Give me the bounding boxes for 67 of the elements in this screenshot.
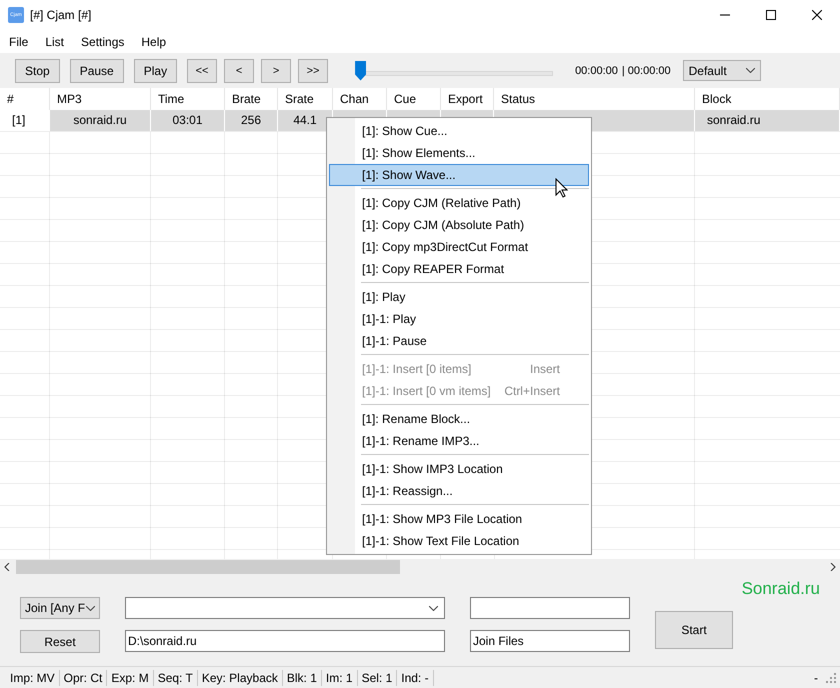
toolbar-button[interactable]: Play (134, 58, 178, 82)
menu-item[interactable]: [1]: Show Wave... (329, 164, 589, 186)
menu-item[interactable]: [1]-1: Show Text File Location (329, 530, 589, 552)
cursor-icon (555, 178, 568, 198)
toolbar-button[interactable]: Stop (15, 58, 60, 82)
menu-item[interactable]: Help (136, 34, 172, 48)
menu-item[interactable]: [1]-1: Pause (329, 330, 589, 352)
status-item: Imp: MV (6, 670, 60, 686)
toolbar-button[interactable]: < (224, 58, 254, 82)
table-cell: 256 (240, 113, 262, 127)
toolbar-button[interactable]: > (261, 58, 292, 82)
menu-item[interactable]: [1]: Copy mp3DirectCut Format (329, 236, 589, 258)
time-label: 00:00:00 (575, 64, 618, 76)
brand-label: Sonraid.ru (742, 579, 821, 597)
menu-item[interactable]: [1]: Copy CJM (Relative Path) (329, 192, 589, 214)
duration-label: | 00:00:00 (622, 64, 671, 76)
menu-item[interactable]: [1]: Show Cue... (329, 120, 589, 142)
preset-dropdown[interactable]: Default (682, 60, 761, 81)
status-item: Opr: Ct (60, 670, 108, 686)
menu-item[interactable]: Settings (76, 34, 130, 48)
menu-item[interactable]: [1]-1: Rename IMP3... (329, 430, 589, 452)
mode-dropdown[interactable]: Join [Any F (20, 597, 100, 619)
menu-item[interactable]: File (4, 34, 34, 48)
status-item: Seq: T (154, 670, 198, 686)
chevron-icon (86, 606, 95, 610)
table-cell: 03:01 (172, 113, 203, 127)
toolbar-button[interactable]: >> (298, 58, 328, 82)
table-cell: sonraid.ru (73, 113, 127, 127)
status-item: Sel: 1 (358, 670, 398, 686)
scrollbar-thumb[interactable] (16, 560, 400, 574)
output-name-field[interactable]: Join Files (470, 630, 630, 652)
status-item: Blk: 1 (282, 670, 322, 686)
menu-item[interactable]: [1]: Play (329, 286, 589, 308)
reset-button[interactable]: Reset (20, 630, 100, 653)
scroll-right-icon[interactable] (830, 563, 836, 571)
window-title: [#] Cjam [#] (30, 8, 92, 22)
combo-field[interactable] (125, 597, 445, 619)
resize-grip-icon[interactable] (826, 672, 836, 682)
menu-item[interactable]: List (40, 34, 70, 48)
input-field[interactable] (470, 597, 630, 619)
status-item: Im: 1 (322, 670, 358, 686)
menu-item[interactable]: [1]: Rename Block... (329, 408, 589, 430)
position-slider[interactable] (355, 60, 554, 80)
menu-item[interactable]: [1]-1: Show MP3 File Location (329, 508, 589, 530)
menu-item[interactable]: [1]: Show Elements... (329, 142, 589, 164)
toolbar-button[interactable]: << (187, 58, 218, 82)
table-cell: [1] (12, 113, 26, 127)
status-item: Ind: - (397, 670, 434, 686)
status-item: Exp: M (107, 670, 154, 686)
menu-item[interactable]: [1]: Copy CJM (Absolute Path) (329, 214, 589, 236)
folder-field[interactable]: D:\sonraid.ru (125, 630, 445, 652)
toolbar-button[interactable]: Pause (70, 58, 124, 82)
column-header[interactable]: # (0, 88, 50, 110)
status-item: Key: Playback (198, 670, 283, 686)
chevron-icon (746, 68, 755, 73)
maximize-icon[interactable] (766, 10, 776, 20)
menu-item[interactable]: [1]-1: Reassign... (329, 480, 589, 502)
start-button[interactable]: Start (655, 611, 733, 649)
chevron-icon (429, 606, 438, 610)
menu-item[interactable]: [1]-1: Show IMP3 Location (329, 458, 589, 480)
menu-item[interactable]: [1]: Copy REAPER Format (329, 258, 589, 280)
status-item: - (813, 670, 819, 686)
table-cell: 44.1 (293, 113, 317, 127)
scroll-left-icon[interactable] (4, 563, 10, 571)
close-icon[interactable] (812, 10, 822, 20)
menu-item[interactable]: [1]-1: Play (329, 308, 589, 330)
table-cell: sonraid.ru (707, 113, 760, 127)
